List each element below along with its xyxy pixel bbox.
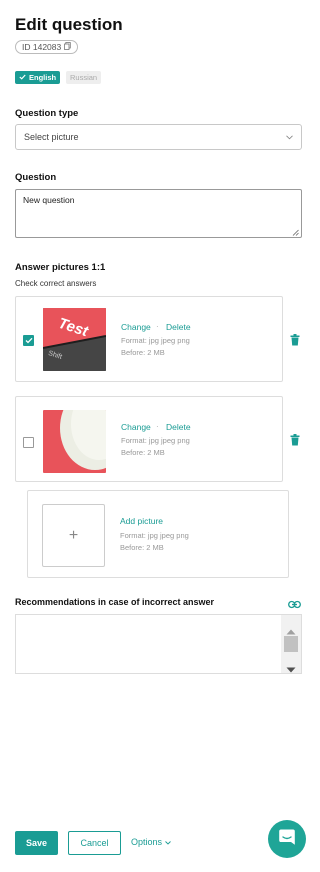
copy-icon[interactable]: [64, 41, 71, 53]
resize-handle-icon[interactable]: [292, 228, 299, 236]
answer-checkbox[interactable]: [23, 335, 34, 346]
chevron-down-icon: [165, 837, 171, 847]
answer-card: Change · Delete Format: jpg jpeg png Bef…: [15, 396, 283, 482]
delete-image-link[interactable]: Delete: [166, 322, 191, 332]
options-dropdown[interactable]: Options: [131, 837, 171, 847]
add-picture-button[interactable]: +: [42, 504, 105, 567]
change-image-link[interactable]: Change: [121, 322, 151, 332]
cancel-button[interactable]: Cancel: [68, 831, 121, 855]
scroll-thumb[interactable]: [284, 636, 298, 652]
check-icon: [19, 73, 26, 82]
image-size-hint: Before: 2 MB: [120, 543, 164, 552]
language-tab-russian[interactable]: Russian: [66, 71, 102, 84]
link-icon[interactable]: [288, 596, 301, 614]
plus-icon: +: [68, 526, 79, 544]
answer-image: [43, 308, 106, 371]
answer-card: Test Shift Change · Delete Format: jpg j…: [15, 296, 283, 382]
answer-pictures-title: Answer pictures 1:1: [15, 262, 106, 273]
chevron-down-icon: [286, 132, 293, 142]
answer-checkbox[interactable]: [23, 437, 34, 448]
question-label: Question: [15, 172, 57, 183]
scroll-down-icon[interactable]: [286, 660, 296, 678]
answer-image: [43, 410, 106, 473]
image-format-hint: Format: jpg jpeg png: [121, 436, 190, 445]
image-format-hint: Format: jpg jpeg png: [121, 336, 190, 345]
recommendations-textarea[interactable]: [15, 614, 302, 674]
question-text: New question: [23, 195, 75, 205]
recommendations-label: Recommendations in case of incorrect ans…: [15, 597, 215, 607]
answer-pictures-subtitle: Check correct answers: [15, 279, 97, 288]
delete-image-link[interactable]: Delete: [166, 422, 191, 432]
image-format-hint: Format: jpg jpeg png: [120, 531, 189, 540]
question-type-select[interactable]: Select picture: [15, 124, 302, 150]
scrollbar[interactable]: [281, 615, 301, 673]
chat-icon: [278, 828, 296, 851]
image-size-hint: Before: 2 MB: [121, 448, 165, 457]
options-label: Options: [131, 837, 163, 847]
save-button[interactable]: Save: [15, 831, 58, 855]
trash-icon[interactable]: [290, 433, 300, 446]
question-type-label: Question type: [15, 108, 79, 119]
question-textarea[interactable]: New question: [15, 189, 302, 238]
chat-button[interactable]: [268, 820, 306, 858]
add-picture-link[interactable]: Add picture: [120, 516, 163, 526]
separator-dot: ·: [156, 422, 159, 431]
question-type-value: Select picture: [24, 132, 79, 142]
page-title: Edit question: [15, 15, 123, 34]
language-tab-english-label: English: [29, 73, 57, 82]
change-image-link[interactable]: Change: [121, 422, 151, 432]
question-id-label: ID 142083: [22, 42, 62, 52]
separator-dot: ·: [156, 322, 159, 331]
language-tab-english[interactable]: English: [15, 71, 61, 84]
trash-icon[interactable]: [290, 333, 300, 346]
image-size-hint: Before: 2 MB: [121, 348, 165, 357]
question-id-badge[interactable]: ID 142083: [15, 40, 79, 54]
